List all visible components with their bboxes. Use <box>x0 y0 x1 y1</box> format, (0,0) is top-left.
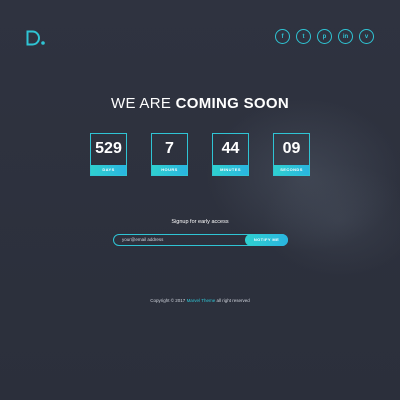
copyright-suffix: all right reserved <box>216 298 250 303</box>
email-field[interactable]: your@email address <box>114 235 249 245</box>
copyright: Copyright © 2017 Marvel Theme all right … <box>0 298 400 303</box>
copyright-prefix: Copyright © 2017 <box>150 298 186 303</box>
notify-me-button[interactable]: NOTIFY ME <box>245 234 288 246</box>
vimeo-icon[interactable]: v <box>359 29 374 44</box>
countdown-value: 7 <box>165 140 174 157</box>
logo-icon <box>26 30 45 46</box>
background <box>0 0 400 400</box>
countdown-value: 09 <box>282 140 301 157</box>
countdown-label: DAYS <box>91 165 126 175</box>
countdown-minutes: 44 MINUTES <box>212 133 249 176</box>
signup-form: your@email address NOTIFY ME <box>113 234 288 246</box>
countdown-hours: 7 HOURS <box>151 133 188 176</box>
page-title: WE ARE COMING SOON <box>0 95 400 112</box>
brand-link[interactable]: Marvel Theme <box>187 298 216 303</box>
countdown: 529 DAYS 7 HOURS 44 MINUTES 09 SECONDS <box>90 133 310 176</box>
countdown-label: SECONDS <box>274 165 309 175</box>
countdown-days: 529 DAYS <box>90 133 127 176</box>
headline-bold: COMING SOON <box>175 95 289 112</box>
social-links: f t p in v <box>275 29 374 44</box>
countdown-value: 44 <box>221 140 240 157</box>
countdown-value: 529 <box>95 140 122 157</box>
countdown-label: HOURS <box>152 165 187 175</box>
linkedin-icon[interactable]: in <box>338 29 353 44</box>
pinterest-icon[interactable]: p <box>317 29 332 44</box>
twitter-icon[interactable]: t <box>296 29 311 44</box>
headline-light: WE ARE <box>111 95 172 112</box>
facebook-icon[interactable]: f <box>275 29 290 44</box>
countdown-label: MINUTES <box>213 165 248 175</box>
logo[interactable] <box>26 30 46 46</box>
signup-title: Signup for early access <box>171 219 229 225</box>
countdown-seconds: 09 SECONDS <box>273 133 310 176</box>
